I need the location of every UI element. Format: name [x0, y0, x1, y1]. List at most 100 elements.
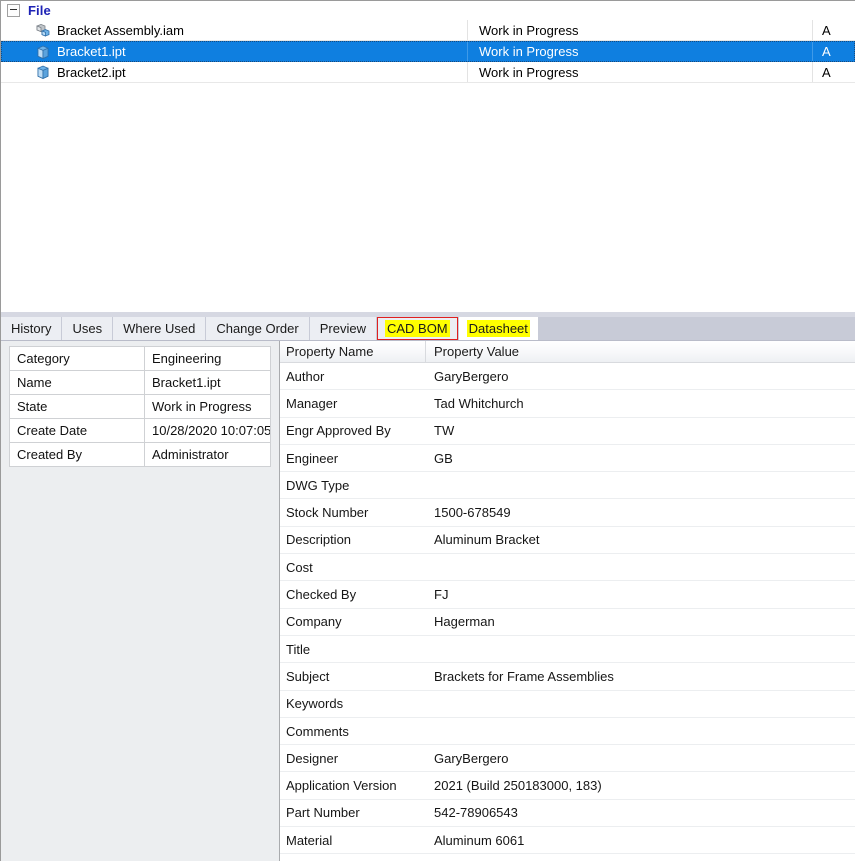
property-row[interactable]: Designer GaryBergero: [280, 745, 855, 773]
tab-change-order[interactable]: Change Order: [206, 317, 309, 340]
summary-key: State: [9, 394, 145, 419]
column-header-property-value[interactable]: Property Value: [426, 341, 855, 362]
tab-preview[interactable]: Preview: [309, 317, 376, 340]
vault-datasheet-window: File Bracket Assembly.iam Work in Progres…: [0, 0, 855, 861]
property-row[interactable]: Subject Brackets for Frame Assemblies: [280, 663, 855, 691]
file-name-label: Bracket Assembly.iam: [57, 22, 184, 38]
tab-label: Datasheet: [466, 320, 530, 337]
summary-row: Category Engineering: [9, 346, 271, 371]
file-state-cell[interactable]: Work in Progress: [468, 42, 813, 61]
summary-key: Created By: [9, 442, 145, 467]
property-row[interactable]: Engineer GB: [280, 444, 855, 473]
summary-value: Engineering: [144, 346, 271, 371]
detail-area: Category Engineering Name Bracket1.ipt State…: [1, 341, 855, 861]
property-value-cell[interactable]: GaryBergero: [426, 745, 855, 771]
property-row[interactable]: Company Hagerman: [280, 608, 855, 636]
file-name-cell[interactable]: Bracket1.ipt: [1, 42, 468, 61]
property-value-cell[interactable]: GB: [426, 445, 855, 471]
property-name-cell: Part Number: [286, 805, 360, 821]
file-group-label: File: [28, 3, 51, 18]
property-value-cell[interactable]: Brackets for Frame Assemblies: [426, 663, 855, 689]
file-group-header[interactable]: File: [1, 1, 855, 20]
property-row[interactable]: Author GaryBergero: [280, 363, 855, 391]
tab-cad-bom[interactable]: CAD BOM: [376, 317, 458, 340]
part-icon: [35, 64, 51, 80]
property-row[interactable]: Stock Number 1500-678549: [280, 499, 855, 527]
property-row[interactable]: Comments: [280, 717, 855, 746]
property-name-cell: Author: [286, 368, 325, 384]
property-row[interactable]: Application Version 2021 (Build 250183000…: [280, 772, 855, 800]
property-rows: Author GaryBergero Manager Tad Whitchurch En…: [280, 363, 855, 855]
file-revision-cell[interactable]: A: [813, 20, 855, 40]
property-value-cell[interactable]: TW: [426, 418, 855, 444]
property-row[interactable]: Description Aluminum Bracket: [280, 526, 855, 555]
property-value-cell[interactable]: FJ: [426, 581, 855, 607]
property-grid-header: Property Name Property Value: [280, 341, 855, 363]
property-value-cell[interactable]: 2021 (Build 250183000, 183): [426, 772, 855, 798]
summary-key: Category: [9, 346, 145, 371]
property-value-cell[interactable]: [426, 691, 855, 717]
file-state-cell[interactable]: Work in Progress: [468, 62, 813, 82]
property-value-cell[interactable]: Aluminum 6061: [426, 827, 855, 853]
file-name-label: Bracket2.ipt: [57, 64, 126, 80]
property-value-cell[interactable]: Tad Whitchurch: [426, 390, 855, 416]
property-row[interactable]: Manager Tad Whitchurch: [280, 390, 855, 418]
property-name-cell: Title: [286, 641, 311, 657]
property-value-cell[interactable]: Aluminum Bracket: [426, 527, 855, 553]
property-value-cell[interactable]: [426, 472, 855, 498]
property-row[interactable]: Cost: [280, 554, 855, 582]
file-rows: Bracket Assembly.iam Work in Progress A Bra…: [1, 20, 855, 83]
summary-row: Name Bracket1.ipt: [9, 370, 271, 395]
file-revision-label: A: [822, 64, 831, 80]
property-row[interactable]: DWG Type: [280, 472, 855, 500]
file-revision-cell[interactable]: A: [813, 42, 855, 61]
tab-where-used[interactable]: Where Used: [113, 317, 206, 340]
property-row[interactable]: Checked By FJ: [280, 581, 855, 609]
file-list-pane: File Bracket Assembly.iam Work in Progres…: [1, 1, 855, 312]
tab-strip-filler: [538, 317, 855, 340]
summary-key: Create Date: [9, 418, 145, 443]
property-name-cell: Engr Approved By: [286, 423, 391, 439]
property-value-cell[interactable]: GaryBergero: [426, 363, 855, 389]
property-row[interactable]: Part Number 542-78906543: [280, 799, 855, 828]
tab-label: CAD BOM: [384, 320, 450, 337]
tab-history[interactable]: History: [1, 317, 62, 340]
property-value-cell[interactable]: [426, 554, 855, 580]
property-name-cell: Designer: [286, 750, 339, 766]
file-name-cell[interactable]: Bracket Assembly.iam: [1, 20, 468, 40]
property-value-cell[interactable]: 542-78906543: [426, 800, 855, 826]
property-value-cell[interactable]: Hagerman: [426, 609, 855, 635]
summary-value: 10/28/2020 10:07:05 AM: [144, 418, 271, 443]
summary-row: State Work in Progress: [9, 394, 271, 419]
tab-datasheet[interactable]: Datasheet: [458, 317, 538, 340]
property-value-cell[interactable]: [426, 636, 855, 662]
property-value-cell[interactable]: 1500-678549: [426, 499, 855, 525]
summary-table: Category Engineering Name Bracket1.ipt State…: [9, 346, 271, 467]
tab-label: Change Order: [216, 321, 299, 336]
file-state-label: Work in Progress: [479, 44, 579, 59]
file-row[interactable]: Bracket2.ipt Work in Progress A: [1, 62, 855, 83]
file-row[interactable]: Bracket1.ipt Work in Progress A: [1, 41, 855, 62]
summary-key: Name: [9, 370, 145, 395]
file-state-cell[interactable]: Work in Progress: [468, 20, 813, 40]
property-name-cell: Engineer: [286, 450, 339, 466]
property-value-cell[interactable]: [426, 718, 855, 744]
part-icon: [35, 44, 51, 60]
property-name-cell: Description: [286, 532, 352, 548]
property-row[interactable]: Title: [280, 635, 855, 664]
tab-label: Uses: [72, 321, 103, 336]
column-header-property-name[interactable]: Property Name: [280, 341, 426, 362]
file-state-label: Work in Progress: [479, 22, 579, 38]
tab-uses[interactable]: Uses: [62, 317, 113, 340]
file-state-label: Work in Progress: [479, 64, 579, 80]
assembly-icon: [35, 22, 51, 38]
property-row[interactable]: Keywords: [280, 690, 855, 718]
file-row[interactable]: Bracket Assembly.iam Work in Progress A: [1, 20, 855, 41]
collapse-group-icon[interactable]: [7, 4, 20, 17]
file-revision-cell[interactable]: A: [813, 62, 855, 82]
property-row[interactable]: Engr Approved By TW: [280, 417, 855, 445]
property-row[interactable]: Material Aluminum 6061: [280, 827, 855, 855]
tab-label: Preview: [319, 321, 366, 336]
property-name-cell: Company: [286, 614, 342, 630]
file-name-cell[interactable]: Bracket2.ipt: [1, 62, 468, 82]
